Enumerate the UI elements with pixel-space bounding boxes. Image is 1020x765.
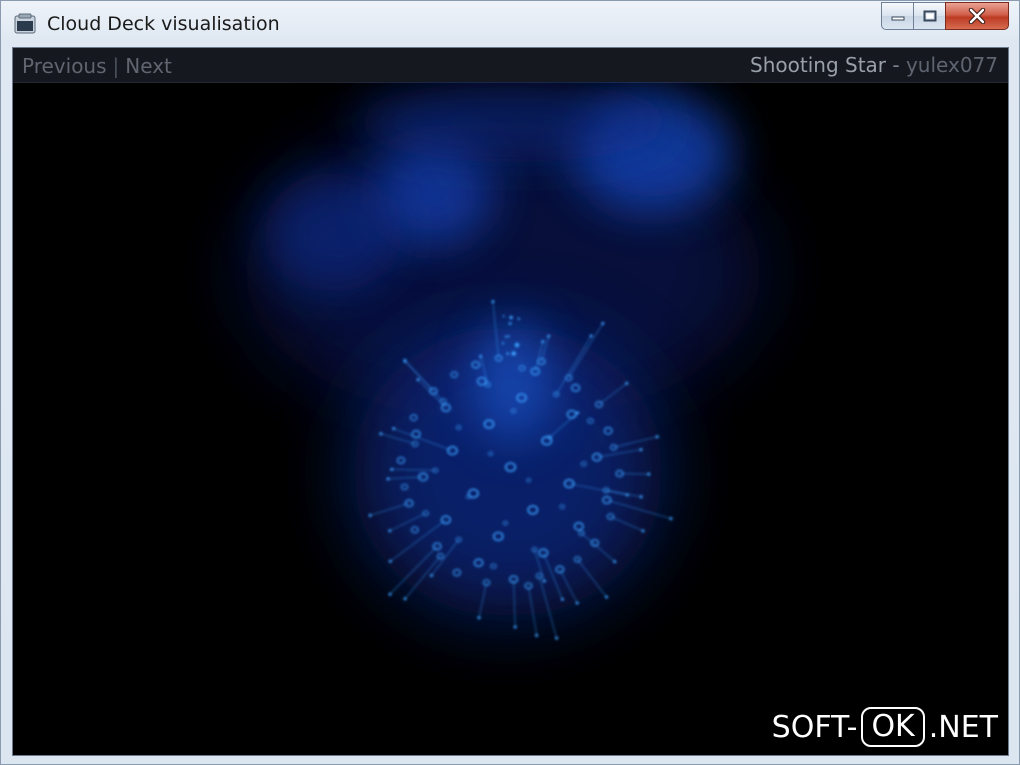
particle-tip: [542, 579, 546, 583]
particle-spark: [517, 317, 520, 320]
particle-tip: [589, 334, 593, 338]
particle-spark: [502, 315, 505, 318]
close-button[interactable]: [945, 2, 1009, 30]
particle-tip: [560, 597, 564, 601]
previous-link[interactable]: Previous: [22, 54, 107, 78]
nav-separator: |: [112, 54, 120, 78]
particle-tip: [541, 340, 545, 344]
particle-spark: [511, 351, 516, 356]
track-author: yulex077: [905, 53, 998, 77]
maximize-button[interactable]: [913, 2, 945, 30]
particle-spark: [501, 342, 505, 345]
watermark: SOFT- OK .NET: [772, 707, 998, 747]
particle-tip: [555, 636, 559, 640]
minimize-icon: [891, 16, 904, 21]
particle-tip: [479, 354, 483, 358]
particle-tip: [477, 616, 481, 620]
particle-tip: [613, 560, 617, 564]
track-navigation: Previous | Next: [22, 54, 172, 78]
particle-tip: [368, 513, 372, 517]
particle-tip: [639, 448, 643, 452]
title-bar[interactable]: Cloud Deck visualisation: [1, 1, 1019, 47]
app-window-icon: [14, 13, 36, 34]
particle-tip: [430, 574, 433, 577]
watermark-suffix: .NET: [928, 709, 998, 745]
particle-tip: [403, 597, 407, 601]
particle-tip: [655, 435, 659, 439]
particle-tip: [388, 592, 392, 596]
maximize-icon: [923, 10, 936, 22]
window-controls: [881, 2, 1009, 32]
particle-tip: [491, 300, 495, 304]
particle-tip: [388, 559, 392, 563]
particle-tip: [535, 633, 539, 637]
particle-tip: [388, 529, 392, 533]
app-window: Cloud Deck visualisation Previous | Next…: [0, 0, 1020, 765]
particle-tip: [605, 595, 608, 599]
nav-bar: Previous | Next Shooting Star - yulex077: [13, 48, 1008, 83]
particle-ray: [619, 473, 649, 475]
particle-tip: [416, 378, 420, 382]
particle-tip: [379, 432, 383, 436]
particle-tip: [625, 381, 629, 385]
particle-tip: [513, 625, 517, 629]
particle-tip: [625, 493, 629, 497]
particle-tip: [647, 472, 651, 476]
watermark-boxed: OK: [861, 707, 925, 747]
particle-tip: [639, 495, 643, 499]
particle-tip: [386, 477, 390, 481]
visualisation-canvas[interactable]: [13, 82, 1008, 755]
particle-tip: [669, 517, 673, 521]
particle-spark: [506, 352, 509, 355]
particle-spark: [509, 315, 513, 320]
title-author-separator: -: [892, 53, 900, 77]
next-link[interactable]: Next: [125, 54, 172, 78]
close-icon: [968, 8, 986, 24]
particle-tip: [601, 322, 605, 325]
particle-spark: [514, 342, 520, 348]
particle-tip: [403, 359, 407, 363]
window-title: Cloud Deck visualisation: [47, 13, 280, 35]
visualisation-panel: Previous|Next Shooting Star - yulex077: [12, 47, 1009, 756]
watermark-prefix: SOFT-: [771, 709, 858, 745]
minimize-button[interactable]: [881, 2, 913, 30]
particle-spark: [507, 335, 510, 338]
particle-spark: [508, 322, 512, 325]
now-playing: Shooting Star - yulex077: [750, 53, 998, 77]
track-title: Shooting Star: [750, 53, 887, 77]
particle-tip: [547, 334, 551, 338]
particle-tip: [392, 427, 396, 431]
particle-tip: [575, 601, 579, 605]
particle-spark: [504, 335, 507, 338]
particle-tip: [641, 529, 645, 533]
particle-tip: [390, 467, 394, 471]
